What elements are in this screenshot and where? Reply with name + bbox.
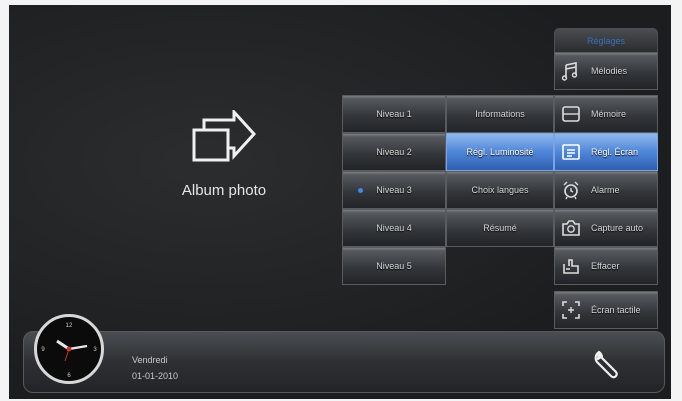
- melodies-button[interactable]: Mélodies: [554, 52, 658, 90]
- language-label: Choix langues: [471, 185, 529, 195]
- clock-numeral-9: 9: [41, 347, 45, 353]
- informations-button[interactable]: Informations: [446, 95, 554, 133]
- memory-label: Mémoire: [591, 109, 627, 119]
- level-1-label: Niveau 1: [376, 109, 412, 119]
- clock-numeral-12: 12: [66, 323, 73, 329]
- level-3-button[interactable]: Niveau 3: [342, 171, 446, 209]
- alarm-icon: [563, 181, 579, 200]
- level-5-label: Niveau 5: [376, 261, 412, 271]
- alarm-button[interactable]: Alarme: [554, 171, 658, 209]
- minute-hand: [68, 344, 88, 351]
- analog-clock: 12 3 6 9: [34, 314, 104, 384]
- level-5-button[interactable]: Niveau 5: [342, 247, 446, 285]
- clock-center: [66, 346, 72, 352]
- summary-button[interactable]: Résumé: [446, 209, 554, 247]
- erase-button[interactable]: Effacer: [554, 247, 658, 285]
- settings-header: Réglages: [554, 28, 658, 52]
- brightness-label: Régl. Luminosité: [466, 147, 534, 157]
- screen-settings-label: Régl. Écran: [591, 147, 639, 157]
- touchscreen-button[interactable]: Écran tactile: [554, 291, 658, 329]
- erase-label: Effacer: [591, 261, 620, 271]
- level-4-label: Niveau 4: [376, 223, 412, 233]
- music-note-icon: [561, 62, 578, 81]
- level-4-button[interactable]: Niveau 4: [342, 209, 446, 247]
- language-button[interactable]: Choix langues: [446, 171, 554, 209]
- informations-label: Informations: [475, 109, 525, 119]
- active-level-indicator: [358, 188, 363, 193]
- screen: Album photo Niveau 1 Niveau 2 Niveau 3 N…: [9, 5, 671, 399]
- melodies-label: Mélodies: [591, 66, 628, 76]
- auto-capture-label: Capture auto: [591, 223, 644, 233]
- album-photo-label: Album photo: [181, 182, 267, 199]
- touchscreen-icon: [562, 301, 580, 319]
- wrench-icon[interactable]: [591, 348, 625, 382]
- touchscreen-label: Écran tactile: [591, 305, 641, 315]
- erase-icon: [563, 259, 579, 274]
- status-bar: [23, 331, 665, 393]
- brightness-button[interactable]: Régl. Luminosité: [446, 133, 554, 171]
- clock-numeral-3: 3: [93, 347, 97, 353]
- clock-numeral-6: 6: [67, 373, 71, 379]
- camera-icon: [562, 220, 580, 236]
- day-label: Vendredi: [132, 355, 168, 365]
- summary-label: Résumé: [483, 223, 517, 233]
- memory-button[interactable]: Mémoire: [554, 95, 658, 133]
- memory-icon: [562, 106, 580, 122]
- screen-settings-icon: [562, 144, 580, 160]
- auto-capture-button[interactable]: Capture auto: [554, 209, 658, 247]
- level-1-button[interactable]: Niveau 1: [342, 95, 446, 133]
- album-photo-shortcut[interactable]: Album photo: [139, 110, 309, 199]
- alarm-label: Alarme: [591, 185, 620, 195]
- clock-face: 12 3 6 9: [41, 323, 97, 379]
- date-label: 01-01-2010: [132, 371, 179, 381]
- screen-settings-button[interactable]: Régl. Écran: [554, 133, 658, 171]
- level-3-label: Niveau 3: [376, 185, 412, 195]
- album-icon: [192, 110, 257, 162]
- level-2-label: Niveau 2: [376, 147, 412, 157]
- level-2-button[interactable]: Niveau 2: [342, 133, 446, 171]
